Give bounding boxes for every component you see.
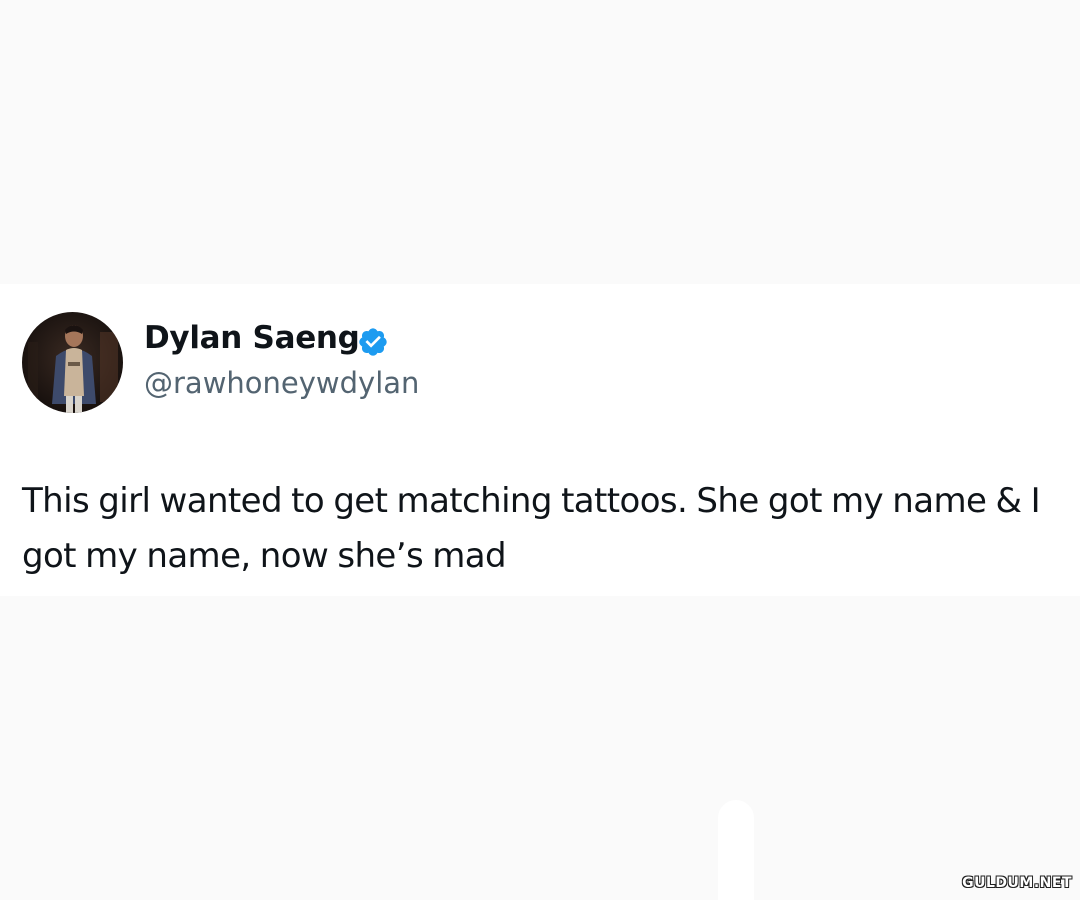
author-handle[interactable]: @rawhoneywdylan <box>144 366 419 400</box>
profile-photo-icon <box>22 312 123 413</box>
author-display-name[interactable]: Dylan Saeng <box>144 320 360 356</box>
background-artifact <box>718 800 754 900</box>
verified-badge-icon <box>359 328 387 356</box>
tweet-text: This girl wanted to get matching tattoos… <box>22 481 1041 576</box>
tweet-card: Dylan Saeng @rawhoneywdylan This girl wa… <box>0 284 1080 596</box>
author-avatar[interactable] <box>22 312 123 413</box>
watermark-logo: GULDUM.NET <box>962 875 1072 891</box>
